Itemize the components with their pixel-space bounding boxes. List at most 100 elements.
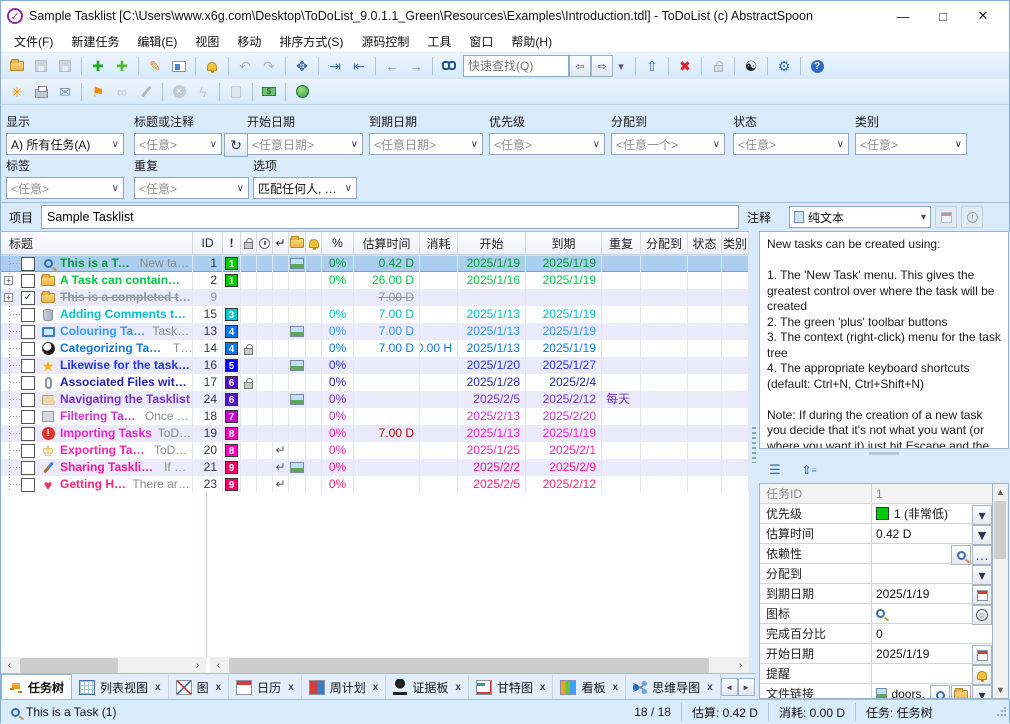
- column-header-col8[interactable]: %: [322, 232, 354, 254]
- close-tab-icon[interactable]: x: [373, 682, 379, 693]
- chevron-button[interactable]: ▾: [972, 505, 992, 525]
- new-tasklist-button[interactable]: ✳: [6, 81, 28, 103]
- group-attributes-button[interactable]: ☰: [764, 459, 786, 481]
- task-checkbox[interactable]: [21, 359, 35, 373]
- folder-button[interactable]: [951, 685, 971, 699]
- task-row[interactable]: Filtering TasksOnce y…1870%2025/2/132025…: [1, 408, 749, 425]
- scroll-up-icon[interactable]: ▲: [993, 484, 1008, 500]
- close-button[interactable]: ✕: [963, 8, 1003, 24]
- new-subtask-button[interactable]: ✚: [111, 55, 133, 77]
- undo-button[interactable]: ↶: [234, 55, 256, 77]
- task-checkbox[interactable]: [21, 257, 35, 271]
- task-checkbox[interactable]: [21, 461, 35, 475]
- task-row[interactable]: This is a TaskNew tas…110%0.42 D2025/1/1…: [1, 255, 749, 272]
- edit-title-button[interactable]: ✎: [144, 55, 166, 77]
- magnifier-button[interactable]: [951, 545, 971, 565]
- column-header-col15[interactable]: 状态: [688, 232, 722, 254]
- comments-editor[interactable]: New tasks can be created using: 1. The '…: [759, 231, 1009, 449]
- maximize-button[interactable]: □: [923, 9, 963, 24]
- print-button[interactable]: [30, 81, 52, 103]
- scroll-left-icon[interactable]: ‹: [1, 657, 18, 674]
- task-row[interactable]: ♥Getting HelpThere are…239↵0%2025/2/5202…: [1, 476, 749, 493]
- due-date-filter-select[interactable]: <任意日期>∨: [369, 133, 483, 155]
- menu-item-8[interactable]: 工具: [418, 31, 460, 52]
- quick-find-input[interactable]: [463, 55, 569, 77]
- tab-list-view[interactable]: 列表视图x: [72, 675, 169, 699]
- close-tab-icon[interactable]: x: [613, 682, 619, 693]
- menu-item-3[interactable]: 编辑(E): [128, 31, 186, 52]
- close-tab-icon[interactable]: x: [540, 682, 546, 693]
- tab-gantt[interactable]: 甘特图x: [469, 675, 554, 699]
- find-next-button[interactable]: ⇨: [591, 55, 613, 77]
- close-tab-icon[interactable]: x: [216, 682, 222, 693]
- ellipsis-button[interactable]: …: [972, 545, 992, 565]
- scroll-left-icon[interactable]: ‹: [210, 657, 227, 674]
- column-header-recurrence[interactable]: ↵: [273, 232, 289, 254]
- tab-mind-map[interactable]: 思维导图x: [626, 675, 721, 699]
- task-row[interactable]: ♔Exporting TasksToDo…208↵0%2025/1/252025…: [1, 442, 749, 459]
- comments-format-select[interactable]: 纯文本 ▾: [789, 206, 931, 228]
- find-tasks-button[interactable]: [438, 55, 460, 77]
- task-checkbox[interactable]: [21, 376, 35, 390]
- calendar-button[interactable]: [972, 585, 992, 605]
- column-header-priority[interactable]: !: [223, 232, 241, 254]
- menu-item-5[interactable]: 移动: [228, 31, 270, 52]
- tab-chart[interactable]: 图x: [169, 675, 230, 699]
- column-header-col14[interactable]: 分配到: [641, 232, 688, 254]
- sort-tasks-button[interactable]: ⇧: [641, 55, 663, 77]
- tab-week-planner[interactable]: 周计划x: [302, 675, 387, 699]
- menu-item-6[interactable]: 排序方式(S): [270, 31, 352, 52]
- column-header-lock[interactable]: [241, 232, 257, 254]
- task-row[interactable]: +A Task can contain…210%26.00 D2025/1/16…: [1, 272, 749, 289]
- panel-splitter[interactable]: [749, 231, 759, 673]
- comments-calendar-button[interactable]: [935, 206, 957, 228]
- priority-filter-select[interactable]: <任意>∨: [489, 133, 605, 155]
- menu-item-7[interactable]: 源码控制: [352, 31, 418, 52]
- attribute-value[interactable]: 0: [872, 624, 992, 643]
- task-checkbox[interactable]: [21, 342, 35, 356]
- donate-button[interactable]: $: [258, 81, 280, 103]
- column-header-reminder[interactable]: [306, 232, 322, 254]
- column-header-col16[interactable]: 类别: [722, 232, 749, 254]
- back-button[interactable]: ←: [381, 55, 403, 77]
- help-button[interactable]: ?: [806, 55, 828, 77]
- options-filter-select[interactable]: 匹配任何人, …∨: [253, 177, 357, 199]
- tabs-scroll-left-icon[interactable]: ◄: [721, 678, 738, 696]
- task-checkbox[interactable]: [21, 478, 35, 492]
- cleanup-button[interactable]: [135, 81, 157, 103]
- column-header-col0[interactable]: 标题: [1, 232, 193, 254]
- attribute-value[interactable]: [872, 664, 971, 683]
- set-reminder-button[interactable]: [201, 55, 223, 77]
- send-email-button[interactable]: ✉: [54, 81, 76, 103]
- smiley-button[interactable]: ☺: [972, 605, 992, 625]
- close-tab-icon[interactable]: x: [707, 682, 713, 693]
- save-all-button[interactable]: [54, 55, 76, 77]
- tab-evidence-board[interactable]: 证据板x: [386, 675, 469, 699]
- column-header-filelink[interactable]: [289, 232, 306, 254]
- task-checkbox[interactable]: [21, 325, 35, 339]
- lock-button[interactable]: [707, 55, 729, 77]
- maximize-view-button[interactable]: ✥: [291, 55, 313, 77]
- tab-task-tree[interactable]: 任务树: [1, 674, 72, 699]
- redo-button[interactable]: ↷: [258, 55, 280, 77]
- column-header-col11[interactable]: 开始: [458, 232, 526, 254]
- close-tab-icon[interactable]: x: [288, 682, 294, 693]
- column-header-col13[interactable]: 重复: [602, 232, 641, 254]
- status-filter-select[interactable]: <任意>∨: [733, 133, 849, 155]
- delete-task-button[interactable]: ✖: [674, 55, 696, 77]
- column-header-time[interactable]: [257, 232, 273, 254]
- task-row[interactable]: ★Likewise for the task's …1650%2025/1/20…: [1, 357, 749, 374]
- new-task-button[interactable]: ✚: [87, 55, 109, 77]
- tab-kanban[interactable]: 看板x: [553, 675, 626, 699]
- chevron-button[interactable]: ▾: [972, 565, 992, 585]
- attribute-value[interactable]: [872, 544, 950, 563]
- bell-button[interactable]: [972, 665, 992, 685]
- task-row[interactable]: Adding Comments to T…1530%7.00 D2025/1/1…: [1, 306, 749, 323]
- tab-calendar[interactable]: 日历x: [229, 675, 302, 699]
- spin-button[interactable]: ▼: [972, 525, 992, 545]
- script-button[interactable]: [225, 81, 247, 103]
- attribute-value[interactable]: 0.42 D: [872, 524, 971, 543]
- title-filter-refresh-button[interactable]: ↻: [224, 133, 248, 157]
- menu-item-9[interactable]: 窗口: [460, 31, 502, 52]
- resize-grip[interactable]: [996, 707, 1006, 717]
